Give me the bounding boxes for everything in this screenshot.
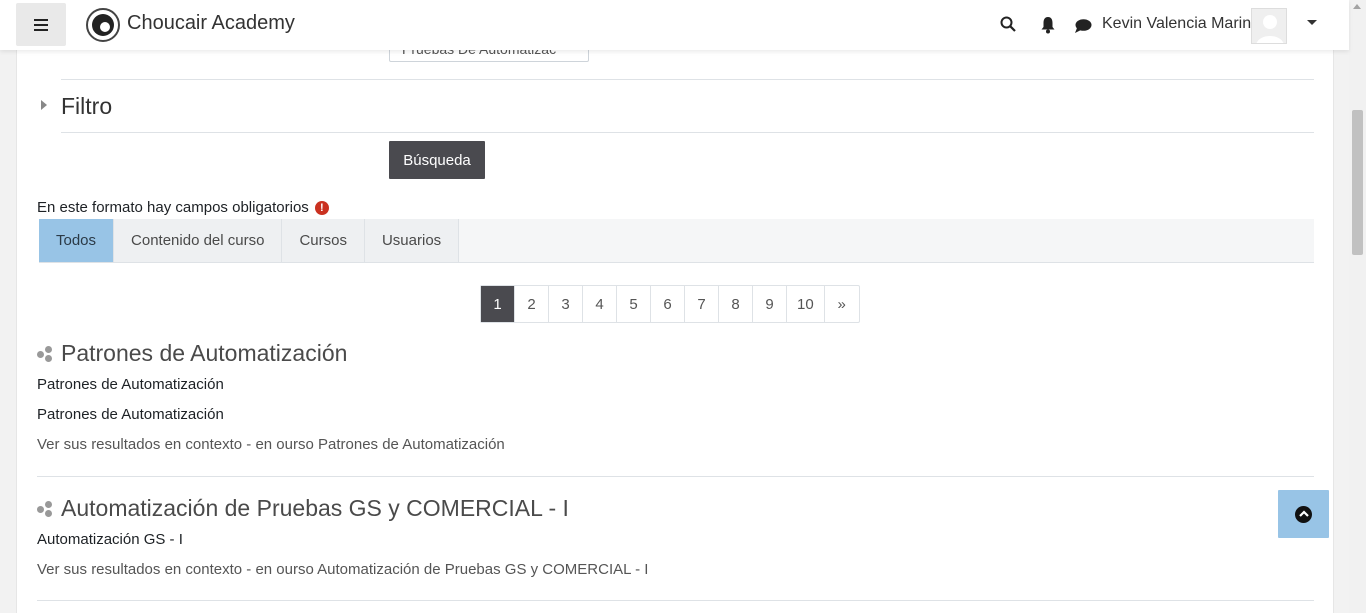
- tab-contenido-del-curso[interactable]: Contenido del curso: [114, 219, 283, 262]
- tab-usuarios[interactable]: Usuarios: [364, 219, 460, 262]
- chat-icon[interactable]: [1074, 18, 1092, 34]
- tab-cursos[interactable]: Cursos: [282, 219, 365, 262]
- page-8[interactable]: 8: [719, 286, 753, 322]
- page-3[interactable]: 3: [549, 286, 583, 322]
- filter-section-title[interactable]: Filtro: [61, 93, 112, 120]
- course-icon: [37, 500, 53, 517]
- chevron-up-icon: [1295, 505, 1312, 523]
- result-line: Patrones de Automatización: [37, 406, 224, 423]
- required-exclamation-icon: !: [314, 200, 329, 215]
- page-10[interactable]: 10: [787, 286, 825, 322]
- page-5[interactable]: 5: [617, 286, 651, 322]
- main-content: Pruebas De Automatizac Filtro Búsqueda E…: [16, 0, 1334, 613]
- required-note-text: En este formato hay campos obligatorios: [37, 199, 309, 216]
- divider: [61, 79, 1314, 80]
- top-navbar: Choucair Academy Kevin Valencia Marin: [0, 0, 1349, 50]
- page-6[interactable]: 6: [651, 286, 685, 322]
- result-divider: [37, 600, 1314, 601]
- hamburger-icon: [34, 18, 48, 31]
- result-line: Automatización GS - I: [37, 531, 183, 548]
- result-context-link[interactable]: Ver sus resultados en contexto - en ours…: [37, 436, 1314, 453]
- user-avatar[interactable]: [1251, 8, 1287, 44]
- page-2[interactable]: 2: [515, 286, 549, 322]
- page-4[interactable]: 4: [583, 286, 617, 322]
- result-title-link[interactable]: Patrones de Automatización: [61, 340, 347, 367]
- bell-icon[interactable]: [1040, 16, 1056, 34]
- search-result: Patrones de Automatización Patrones de A…: [37, 340, 1314, 453]
- brand-logo[interactable]: [86, 8, 120, 42]
- result-line: Patrones de Automatización: [37, 376, 224, 393]
- user-name[interactable]: Kevin Valencia Marin: [1102, 15, 1251, 33]
- required-fields-note: En este formato hay campos obligatorios …: [37, 199, 329, 216]
- result-title-link[interactable]: Automatización de Pruebas GS y COMERCIAL…: [61, 495, 569, 522]
- scroll-up-arrow-icon[interactable]: [1353, 4, 1361, 9]
- divider: [61, 132, 1314, 133]
- result-context-link[interactable]: Ver sus resultados en contexto - en ours…: [37, 561, 1314, 578]
- menu-toggle-button[interactable]: [16, 3, 66, 46]
- search-area-tabs: Todos Contenido del curso Cursos Usuario…: [39, 219, 1314, 263]
- expand-caret-icon[interactable]: [41, 100, 47, 110]
- back-to-top-button[interactable]: [1278, 490, 1329, 538]
- user-menu-caret-icon[interactable]: [1307, 20, 1317, 25]
- result-title-row: Automatización de Pruebas GS y COMERCIAL…: [37, 495, 1314, 522]
- scrollbar-thumb[interactable]: [1352, 110, 1363, 255]
- result-divider: [37, 476, 1314, 477]
- result-title-row: Patrones de Automatización: [37, 340, 1314, 367]
- page-scrollbar[interactable]: [1349, 0, 1366, 613]
- tab-todos[interactable]: Todos: [39, 219, 115, 262]
- brand-name[interactable]: Choucair Academy: [127, 12, 295, 35]
- search-icon[interactable]: [1000, 16, 1016, 32]
- page-9[interactable]: 9: [753, 286, 787, 322]
- page-7[interactable]: 7: [685, 286, 719, 322]
- page-1[interactable]: 1: [481, 286, 515, 322]
- pagination: 1 2 3 4 5 6 7 8 9 10 »: [480, 285, 860, 323]
- search-result: Automatización de Pruebas GS y COMERCIAL…: [37, 495, 1314, 578]
- course-icon: [37, 345, 53, 362]
- page-next[interactable]: »: [825, 286, 859, 322]
- search-button[interactable]: Búsqueda: [389, 141, 485, 179]
